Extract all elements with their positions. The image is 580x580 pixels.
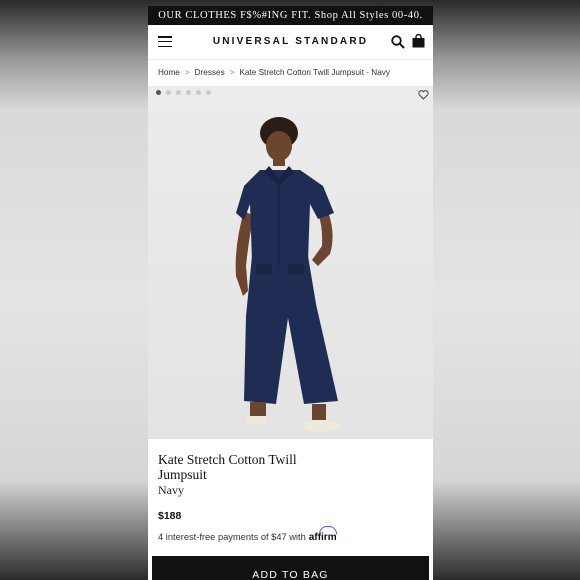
breadcrumb-current: Kate Stretch Cotton Twill Jumpsuit - Nav… bbox=[239, 68, 390, 77]
breadcrumb-home[interactable]: Home bbox=[158, 68, 180, 77]
product-color: Navy bbox=[158, 483, 184, 497]
heart-icon[interactable] bbox=[418, 90, 429, 100]
gallery-dot[interactable] bbox=[206, 90, 211, 95]
product-image-gallery[interactable] bbox=[148, 86, 433, 439]
affirm-logo: affirm bbox=[309, 526, 337, 543]
product-title: Kate Stretch Cotton Twill Jumpsuit bbox=[158, 452, 297, 482]
gallery-dots bbox=[156, 90, 211, 95]
installments-text: 4 interest-free payments of $47 with bbox=[158, 532, 306, 542]
breadcrumb-separator: > bbox=[229, 68, 235, 77]
product-page: OUR CLOTHES F$%#ING FIT. Shop All Styles… bbox=[148, 6, 433, 580]
site-header: UNIVERSAL STANDARD bbox=[148, 25, 433, 60]
breadcrumb-separator: > bbox=[184, 68, 190, 77]
breadcrumb-dresses[interactable]: Dresses bbox=[195, 68, 225, 77]
product-info: Kate Stretch Cotton Twill Jumpsuit Navy … bbox=[148, 439, 433, 543]
add-to-bag-button[interactable]: ADD TO BAG bbox=[152, 556, 429, 580]
bag-icon[interactable] bbox=[412, 34, 425, 48]
breadcrumb: Home > Dresses > Kate Stretch Cotton Twill J… bbox=[148, 60, 433, 86]
gallery-dot[interactable] bbox=[166, 90, 171, 95]
search-icon[interactable] bbox=[391, 35, 405, 49]
gallery-dot[interactable] bbox=[156, 90, 161, 95]
product-photo bbox=[235, 117, 341, 432]
gallery-dot[interactable] bbox=[186, 90, 191, 95]
affirm-arc-icon bbox=[318, 526, 337, 534]
product-price: $188 bbox=[158, 510, 182, 522]
installments-note[interactable]: 4 interest-free payments of $47 with affi… bbox=[158, 526, 433, 543]
promo-banner[interactable]: OUR CLOTHES F$%#ING FIT. Shop All Styles… bbox=[148, 6, 433, 25]
gallery-dot[interactable] bbox=[176, 90, 181, 95]
gallery-dot[interactable] bbox=[196, 90, 201, 95]
